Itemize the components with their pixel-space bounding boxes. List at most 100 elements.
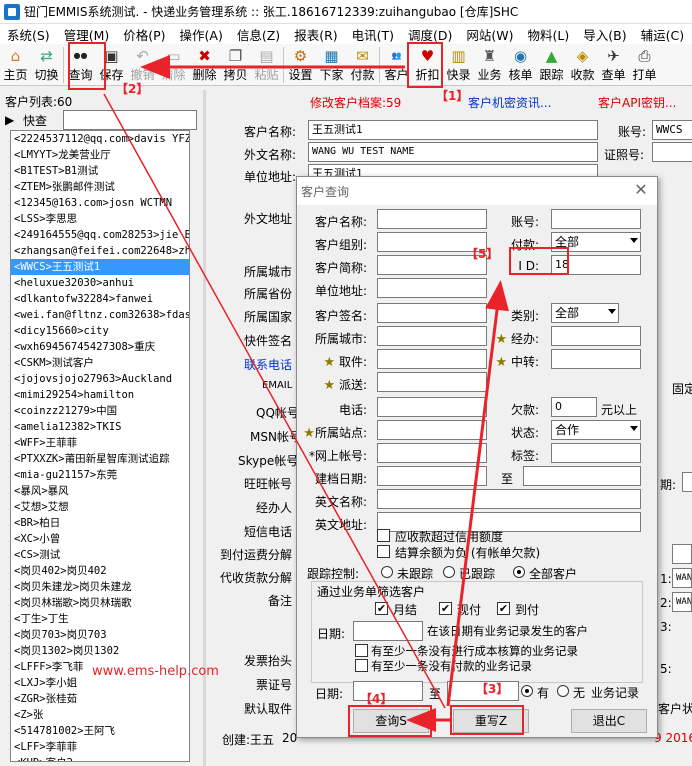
list-item[interactable]: <coinzz21279>中国 bbox=[11, 403, 189, 419]
right-field-wan1[interactable]: WAN bbox=[672, 568, 692, 588]
toolbar-button-17[interactable]: ▲ 跟踪 bbox=[536, 44, 567, 84]
list-item[interactable]: <LMYYT>龙美营业厅 bbox=[11, 147, 189, 163]
list-item[interactable]: <PTXXZK>莆田新星智库测试追踪 bbox=[11, 451, 189, 467]
web-account-field[interactable] bbox=[377, 443, 487, 463]
uncost-checkbox[interactable] bbox=[355, 644, 368, 657]
toolbar-button-14[interactable]: ▥ 快录 bbox=[443, 44, 474, 84]
phone-field[interactable] bbox=[377, 397, 487, 417]
status-select[interactable]: 合作 bbox=[551, 420, 641, 440]
city-field[interactable] bbox=[377, 326, 487, 346]
toolbar-button-10[interactable]: ▦ 下家 bbox=[316, 44, 347, 84]
owed-field[interactable]: 0 bbox=[551, 397, 597, 417]
right-field-wan2[interactable]: WAN bbox=[672, 592, 692, 612]
list-item[interactable]: <ZTEM>张鹏邮件测试 bbox=[11, 179, 189, 195]
list-item[interactable]: <mia-gu21157>东莞 bbox=[11, 467, 189, 483]
list-item[interactable]: <wei.fan@fltnz.com32638>fdas bbox=[11, 307, 189, 323]
cust-name-field[interactable] bbox=[377, 209, 487, 229]
list-item[interactable]: <dlkantofw32284>fanwei bbox=[11, 291, 189, 307]
id-no-field[interactable] bbox=[652, 142, 692, 162]
list-item[interactable]: <BR>柏日 bbox=[11, 515, 189, 531]
exit-button[interactable]: 退出C bbox=[571, 709, 647, 733]
list-item[interactable]: <249164555@qq.com28253>jie BM bbox=[11, 227, 189, 243]
tab-edit-customer[interactable]: 修改客户档案:59 bbox=[310, 94, 401, 112]
list-item[interactable]: <zhangsan@feifei.com22648>zha bbox=[11, 243, 189, 259]
list-item[interactable]: <dicy15660>city bbox=[11, 323, 189, 339]
tracking-radio-all[interactable] bbox=[513, 566, 525, 578]
list-item[interactable]: <12345@163.com>josn WCTMN bbox=[11, 195, 189, 211]
menu-item-1[interactable]: 管理(M) bbox=[57, 25, 117, 44]
list-item[interactable]: <ZGR>张桂茹 bbox=[11, 691, 189, 707]
list-item[interactable]: <mimi29254>hamilton bbox=[11, 387, 189, 403]
collect-checkbox[interactable]: ✔ bbox=[497, 602, 510, 615]
unpaid-checkbox[interactable] bbox=[355, 659, 368, 672]
monthly-checkbox[interactable]: ✔ bbox=[375, 602, 388, 615]
list-item[interactable]: <岗贝402>岗贝402 bbox=[11, 563, 189, 579]
list-item[interactable]: <XC>小曾 bbox=[11, 531, 189, 547]
account-field[interactable] bbox=[551, 209, 641, 229]
tab-api-key[interactable]: 客户API密钥... bbox=[598, 94, 676, 112]
record-radio-no[interactable] bbox=[557, 685, 569, 697]
tab-confidential[interactable]: 客户机密资讯... bbox=[468, 94, 551, 112]
list-item[interactable]: <艾想>艾想 bbox=[11, 499, 189, 515]
list-item[interactable]: <岗贝1302>岗贝1302 bbox=[11, 643, 189, 659]
foreign-name-field[interactable] bbox=[377, 489, 641, 509]
list-item[interactable]: <岗贝朱建龙>岗贝朱建龙 bbox=[11, 579, 189, 595]
list-item[interactable]: <LFF>李菲菲 bbox=[11, 739, 189, 755]
list-item[interactable]: <514781002>王阿飞 bbox=[11, 723, 189, 739]
toolbar-button-9[interactable]: ⚙ 设置 bbox=[285, 44, 316, 84]
toolbar-button-16[interactable]: ◉ 核单 bbox=[505, 44, 536, 84]
list-item[interactable]: <CSKM>测试客户 bbox=[11, 355, 189, 371]
build-date-from[interactable] bbox=[377, 466, 487, 486]
tracking-radio-tracked[interactable] bbox=[443, 566, 455, 578]
toolbar-button-7[interactable]: ❐ 拷贝 bbox=[220, 44, 251, 84]
category-select[interactable]: 全部 bbox=[551, 303, 619, 323]
menu-item-7[interactable]: 调度(D) bbox=[401, 25, 459, 44]
list-item[interactable]: <WFF>王菲菲 bbox=[11, 435, 189, 451]
cust-sign-field[interactable] bbox=[377, 303, 487, 323]
list-item[interactable]: <KHD>客户2 bbox=[11, 755, 189, 761]
close-icon[interactable]: ✕ bbox=[633, 182, 649, 198]
list-item[interactable]: <LSS>李思思 bbox=[11, 211, 189, 227]
name-field[interactable]: 王五测试1 bbox=[308, 120, 598, 140]
list-item[interactable]: <暴风>暴风 bbox=[11, 483, 189, 499]
list-item[interactable]: <B1TEST>B1测试 bbox=[11, 163, 189, 179]
menu-item-3[interactable]: 操作(A) bbox=[173, 25, 230, 44]
list-item[interactable]: <丁生>丁生 bbox=[11, 611, 189, 627]
toolbar-button-5[interactable]: ▭ 清除 bbox=[158, 44, 189, 84]
menu-item-11[interactable]: 辅运(C) bbox=[634, 25, 691, 44]
build-date-to[interactable] bbox=[523, 466, 641, 486]
list-item[interactable]: <2224537112@qq.com>davis YFZZ bbox=[11, 131, 189, 147]
toolbar-button-1[interactable]: ⇄ 切换 bbox=[31, 44, 62, 84]
overdue-checkbox[interactable] bbox=[377, 529, 390, 542]
list-item[interactable]: <CS>测试 bbox=[11, 547, 189, 563]
menu-item-6[interactable]: 电讯(T) bbox=[345, 25, 401, 44]
date-field-right[interactable] bbox=[682, 472, 692, 492]
right-field-a[interactable] bbox=[672, 544, 692, 564]
list-item[interactable]: <WWCS>王五测试1 bbox=[11, 259, 189, 275]
menu-item-0[interactable]: 系统(S) bbox=[0, 25, 57, 44]
transfer-field[interactable] bbox=[551, 349, 641, 369]
menu-item-4[interactable]: 信息(Z) bbox=[230, 25, 287, 44]
record-radio-yes[interactable] bbox=[521, 685, 533, 697]
tracking-radio-untracked[interactable] bbox=[381, 566, 393, 578]
list-item[interactable]: <Z>张 bbox=[11, 707, 189, 723]
toolbar-button-19[interactable]: ✈ 查单 bbox=[598, 44, 629, 84]
list-item[interactable]: <岗贝林瑞歌>岗贝林瑞歌 bbox=[11, 595, 189, 611]
pickup-field[interactable] bbox=[377, 349, 487, 369]
menu-item-9[interactable]: 物料(L) bbox=[521, 25, 577, 44]
list-item[interactable]: <heluxue32030>anhui bbox=[11, 275, 189, 291]
toolbar-button-0[interactable]: ⌂ 主页 bbox=[0, 44, 31, 84]
toolbar-button-4[interactable]: ↶ 撤销 bbox=[127, 44, 158, 84]
toolbar-button-20[interactable]: ⎙ 打单 bbox=[629, 44, 660, 84]
toolbar-button-8[interactable]: ▤ 粘贴 bbox=[251, 44, 282, 84]
list-item[interactable]: <岗贝703>岗贝703 bbox=[11, 627, 189, 643]
menu-item-8[interactable]: 网站(W) bbox=[459, 25, 520, 44]
negative-balance-checkbox[interactable] bbox=[377, 545, 390, 558]
toolbar-button-6[interactable]: ✖ 删除 bbox=[189, 44, 220, 84]
menu-item-2[interactable]: 价格(P) bbox=[116, 25, 172, 44]
toolbar-button-18[interactable]: ◈ 收款 bbox=[567, 44, 598, 84]
unit-addr-field[interactable] bbox=[377, 278, 487, 298]
handler-field[interactable] bbox=[551, 326, 641, 346]
toolbar-button-15[interactable]: ♜ 业务 bbox=[474, 44, 505, 84]
tag-field[interactable] bbox=[551, 443, 641, 463]
